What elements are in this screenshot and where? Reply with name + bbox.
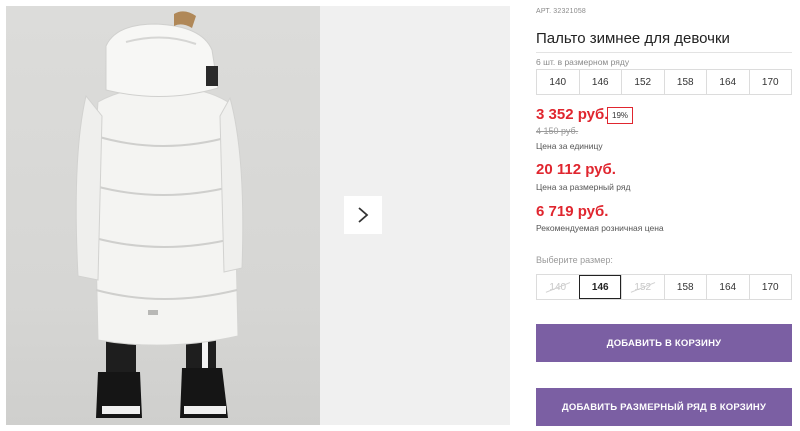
size-row-caption: 6 шт. в размерном ряду [536, 57, 630, 67]
size-row-cell: 158 [663, 70, 707, 94]
article-value: 32321058 [553, 8, 587, 15]
size-option-146[interactable]: 146 [578, 275, 622, 299]
article-label: АРТ. [536, 8, 552, 15]
unit-price: 3 352 руб. [536, 106, 609, 123]
discount-badge: 19% [607, 107, 634, 124]
add-to-cart-button[interactable]: ДОБАВИТЬ В КОРЗИНУ [536, 324, 792, 362]
product-photo[interactable] [6, 6, 320, 425]
size-option-140[interactable]: 140 [537, 275, 579, 299]
unit-price-caption: Цена за единицу [536, 141, 603, 151]
article-number: АРТ. 32321058 [536, 8, 586, 15]
product-gallery [6, 6, 510, 425]
divider [536, 52, 792, 53]
retail-price: 6 719 руб. [536, 203, 609, 220]
size-row-cell: 146 [578, 70, 622, 94]
next-image-button[interactable] [344, 196, 382, 234]
row-price-caption: Цена за размерный ряд [536, 182, 631, 192]
row-price: 20 112 руб. [536, 161, 616, 178]
add-size-row-to-cart-button[interactable]: ДОБАВИТЬ РАЗМЕРНЫЙ РЯД В КОРЗИНУ [536, 388, 792, 426]
size-option-158[interactable]: 158 [663, 275, 707, 299]
size-option-152[interactable]: 152 [621, 275, 664, 299]
coat-illustration [75, 11, 244, 418]
retail-price-caption: Рекомендуемая розничная цена [536, 223, 664, 233]
old-price: 4 150 руб. [536, 126, 579, 136]
size-row-cell: 164 [706, 70, 749, 94]
size-selector: 140 146 152 158 164 170 [536, 274, 792, 300]
size-row-cell: 140 [549, 76, 567, 88]
size-row-grid: 140 146 152 158 164 170 [536, 69, 792, 95]
size-option-164[interactable]: 164 [706, 275, 749, 299]
product-title: Пальто зимнее для девочки [536, 30, 730, 47]
chevron-right-icon [358, 207, 369, 223]
size-option-170[interactable]: 170 [748, 275, 792, 299]
choose-size-label: Выберите размер: [536, 255, 613, 265]
size-row-cell: 152 [621, 70, 664, 94]
size-row-cell: 170 [748, 70, 792, 94]
